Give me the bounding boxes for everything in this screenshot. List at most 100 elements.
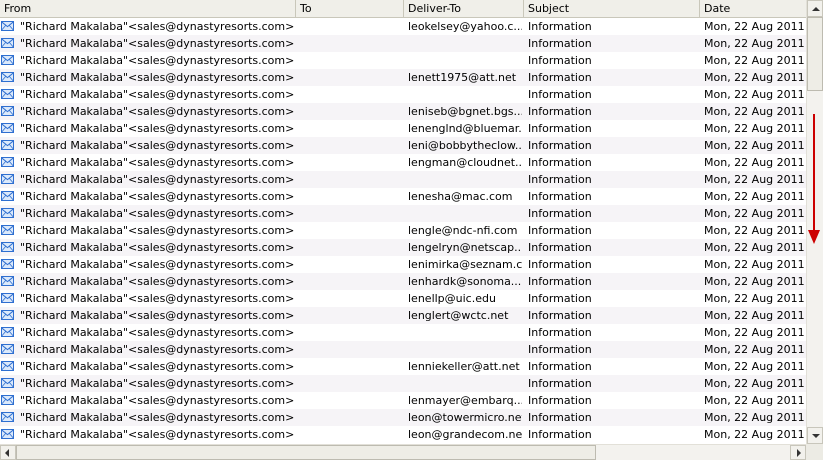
cell-deliver-to: leni@bobbytheclow... bbox=[408, 139, 522, 152]
table-row[interactable]: "Richard Makalaba"<sales@dynastyresorts.… bbox=[0, 222, 806, 239]
cell-subject: Information bbox=[528, 88, 592, 101]
cell-date: Mon, 22 Aug 2011 0: bbox=[704, 377, 806, 390]
cell-deliver-to bbox=[408, 86, 522, 103]
cell-to bbox=[300, 256, 402, 273]
table-row[interactable]: "Richard Makalaba"<sales@dynastyresorts.… bbox=[0, 188, 806, 205]
column-header-deliver-to[interactable]: Deliver-To bbox=[404, 0, 524, 17]
row-icon-cell bbox=[0, 86, 18, 103]
column-header-from[interactable]: From bbox=[0, 0, 296, 17]
cell-deliver-to bbox=[408, 171, 522, 188]
table-row[interactable]: "Richard Makalaba"<sales@dynastyresorts.… bbox=[0, 239, 806, 256]
horizontal-scrollbar[interactable] bbox=[0, 444, 806, 460]
table-row[interactable]: "Richard Makalaba"<sales@dynastyresorts.… bbox=[0, 324, 806, 341]
table-row[interactable]: "Richard Makalaba"<sales@dynastyresorts.… bbox=[0, 171, 806, 188]
table-row[interactable]: "Richard Makalaba"<sales@dynastyresorts.… bbox=[0, 137, 806, 154]
envelope-icon bbox=[1, 361, 14, 371]
table-row[interactable]: "Richard Makalaba"<sales@dynastyresorts.… bbox=[0, 86, 806, 103]
cell-deliver-to bbox=[408, 324, 522, 341]
scroll-up-button[interactable] bbox=[807, 0, 823, 17]
cell-subject: Information bbox=[528, 190, 592, 203]
table-row[interactable]: "Richard Makalaba"<sales@dynastyresorts.… bbox=[0, 307, 806, 324]
cell-date: Mon, 22 Aug 2011 0: bbox=[704, 258, 806, 271]
envelope-icon bbox=[1, 157, 14, 167]
cell-deliver-to bbox=[408, 341, 522, 358]
cell-deliver-to: leokelsey@yahoo.c... bbox=[408, 20, 522, 33]
table-row[interactable]: "Richard Makalaba"<sales@dynastyresorts.… bbox=[0, 120, 806, 137]
cell-deliver-to: lenenglnd@bluemar... bbox=[408, 122, 522, 135]
cell-to bbox=[300, 392, 402, 409]
row-icon-cell bbox=[0, 171, 18, 188]
envelope-icon bbox=[1, 55, 14, 65]
cell-to bbox=[300, 188, 402, 205]
cell-from: "Richard Makalaba"<sales@dynastyresorts.… bbox=[20, 20, 295, 33]
row-icon-cell bbox=[0, 341, 18, 358]
table-row[interactable]: "Richard Makalaba"<sales@dynastyresorts.… bbox=[0, 103, 806, 120]
scroll-down-button[interactable] bbox=[807, 427, 823, 444]
cell-to bbox=[300, 273, 402, 290]
envelope-icon bbox=[1, 191, 14, 201]
cell-to bbox=[300, 52, 402, 69]
table-row[interactable]: "Richard Makalaba"<sales@dynastyresorts.… bbox=[0, 273, 806, 290]
cell-date: Mon, 22 Aug 2011 0: bbox=[704, 88, 806, 101]
cell-deliver-to bbox=[408, 375, 522, 392]
table-row[interactable]: "Richard Makalaba"<sales@dynastyresorts.… bbox=[0, 426, 806, 443]
table-row[interactable]: "Richard Makalaba"<sales@dynastyresorts.… bbox=[0, 35, 806, 52]
cell-date: Mon, 22 Aug 2011 0: bbox=[704, 360, 806, 373]
table-row[interactable]: "Richard Makalaba"<sales@dynastyresorts.… bbox=[0, 375, 806, 392]
vertical-scroll-thumb[interactable] bbox=[807, 17, 823, 91]
cell-from: "Richard Makalaba"<sales@dynastyresorts.… bbox=[20, 207, 295, 220]
table-row[interactable]: "Richard Makalaba"<sales@dynastyresorts.… bbox=[0, 358, 806, 375]
table-row[interactable]: "Richard Makalaba"<sales@dynastyresorts.… bbox=[0, 290, 806, 307]
table-row[interactable]: "Richard Makalaba"<sales@dynastyresorts.… bbox=[0, 69, 806, 86]
column-header-date[interactable]: Date bbox=[700, 0, 806, 17]
table-row[interactable]: "Richard Makalaba"<sales@dynastyresorts.… bbox=[0, 409, 806, 426]
arrow-up-icon bbox=[812, 7, 820, 11]
cell-deliver-to: leon@grandecom.net bbox=[408, 428, 522, 441]
table-row[interactable]: "Richard Makalaba"<sales@dynastyresorts.… bbox=[0, 154, 806, 171]
row-icon-cell bbox=[0, 239, 18, 256]
cell-subject: Information bbox=[528, 241, 592, 254]
envelope-icon bbox=[1, 344, 14, 354]
cell-subject: Information bbox=[528, 105, 592, 118]
cell-to bbox=[300, 69, 402, 86]
cell-deliver-to: lenesha@mac.com bbox=[408, 190, 513, 203]
envelope-icon bbox=[1, 395, 14, 405]
cell-from: "Richard Makalaba"<sales@dynastyresorts.… bbox=[20, 275, 295, 288]
column-header-to[interactable]: To bbox=[296, 0, 404, 17]
cell-deliver-to bbox=[408, 52, 522, 69]
cell-deliver-to: lengelryn@netscap... bbox=[408, 241, 522, 254]
cell-date: Mon, 22 Aug 2011 0: bbox=[704, 292, 806, 305]
column-header-subject[interactable]: Subject bbox=[524, 0, 700, 17]
cell-subject: Information bbox=[528, 326, 592, 339]
cell-date: Mon, 22 Aug 2011 0: bbox=[704, 71, 806, 84]
cell-to bbox=[300, 290, 402, 307]
envelope-icon bbox=[1, 293, 14, 303]
cell-date: Mon, 22 Aug 2011 0: bbox=[704, 394, 806, 407]
row-icon-cell bbox=[0, 290, 18, 307]
cell-to bbox=[300, 120, 402, 137]
cell-subject: Information bbox=[528, 360, 592, 373]
table-row[interactable]: "Richard Makalaba"<sales@dynastyresorts.… bbox=[0, 341, 806, 358]
cell-date: Mon, 22 Aug 2011 0: bbox=[704, 428, 806, 441]
envelope-icon bbox=[1, 106, 14, 116]
row-icon-cell bbox=[0, 52, 18, 69]
table-row[interactable]: "Richard Makalaba"<sales@dynastyresorts.… bbox=[0, 18, 806, 35]
table-row[interactable]: "Richard Makalaba"<sales@dynastyresorts.… bbox=[0, 392, 806, 409]
table-row[interactable]: "Richard Makalaba"<sales@dynastyresorts.… bbox=[0, 52, 806, 69]
cell-date: Mon, 22 Aug 2011 0: bbox=[704, 156, 806, 169]
cell-from: "Richard Makalaba"<sales@dynastyresorts.… bbox=[20, 224, 295, 237]
cell-deliver-to: lenellp@uic.edu bbox=[408, 292, 496, 305]
horizontal-scroll-thumb[interactable] bbox=[16, 445, 596, 460]
cell-subject: Information bbox=[528, 258, 592, 271]
cell-to bbox=[300, 375, 402, 392]
table-row[interactable]: "Richard Makalaba"<sales@dynastyresorts.… bbox=[0, 256, 806, 273]
vertical-scrollbar[interactable] bbox=[806, 0, 823, 444]
cell-to bbox=[300, 358, 402, 375]
scroll-right-button[interactable] bbox=[790, 445, 806, 460]
envelope-icon bbox=[1, 89, 14, 99]
scroll-left-button[interactable] bbox=[0, 445, 16, 460]
row-icon-cell bbox=[0, 409, 18, 426]
envelope-icon bbox=[1, 327, 14, 337]
table-row[interactable]: "Richard Makalaba"<sales@dynastyresorts.… bbox=[0, 205, 806, 222]
cell-date: Mon, 22 Aug 2011 0: bbox=[704, 105, 806, 118]
